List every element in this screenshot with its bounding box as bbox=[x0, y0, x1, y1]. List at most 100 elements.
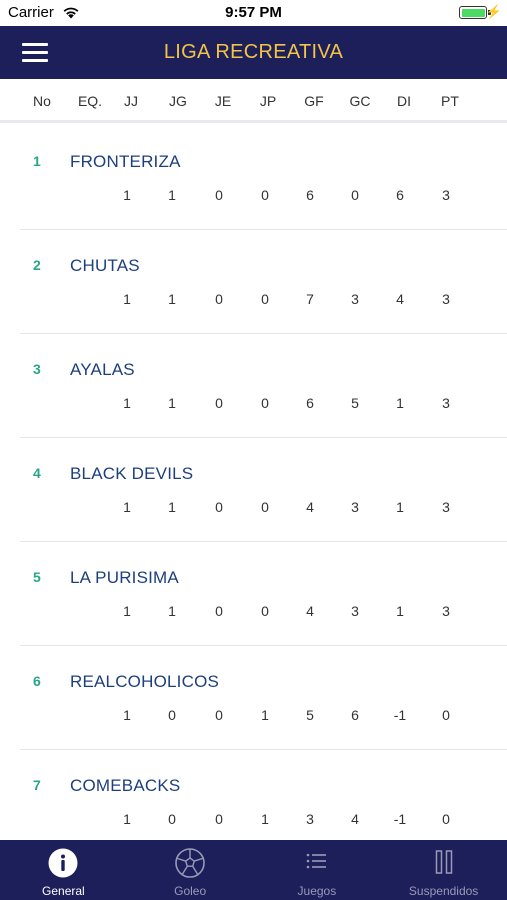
team-name: REALCOHOLICOS bbox=[70, 672, 220, 691]
stat-di: -1 bbox=[393, 811, 407, 827]
stat-jj: 1 bbox=[123, 707, 131, 723]
stat-gf: 7 bbox=[306, 291, 314, 307]
tab-juegos[interactable]: Juegos bbox=[254, 840, 381, 900]
tab-general[interactable]: General bbox=[0, 840, 127, 900]
stat-jj: 1 bbox=[123, 499, 131, 515]
header-pt: PT bbox=[441, 93, 459, 109]
stat-pt: 3 bbox=[442, 291, 450, 307]
team-rank: 5 bbox=[33, 569, 41, 585]
stat-je: 0 bbox=[215, 395, 223, 411]
stat-jp: 0 bbox=[261, 603, 269, 619]
stat-jj: 1 bbox=[123, 291, 131, 307]
tab-goleo[interactable]: Goleo bbox=[127, 840, 254, 900]
tab-label: Juegos bbox=[297, 884, 337, 898]
stat-gf: 3 bbox=[306, 811, 314, 827]
tab-bar: General Goleo Juegos Suspendidos bbox=[0, 840, 507, 900]
team-row[interactable]: 5 LA PURISIMA 1 1 0 0 4 3 1 3 bbox=[20, 542, 507, 646]
team-name: COMEBACKS bbox=[70, 776, 181, 795]
stat-je: 0 bbox=[215, 499, 223, 515]
charging-bolt-icon: ⚡ bbox=[485, 4, 502, 19]
stat-jp: 1 bbox=[261, 811, 269, 827]
header-jp: JP bbox=[259, 93, 277, 109]
header-gc: GC bbox=[349, 93, 371, 109]
header-je: JE bbox=[214, 93, 232, 109]
stat-jp: 0 bbox=[261, 499, 269, 515]
stat-jp: 0 bbox=[261, 187, 269, 203]
team-row[interactable]: 3 AYALAS 1 1 0 0 6 5 1 3 bbox=[20, 334, 507, 438]
team-row[interactable]: 7 COMEBACKS 1 0 0 1 3 4 -1 0 bbox=[20, 750, 507, 840]
team-name: LA PURISIMA bbox=[70, 568, 179, 587]
team-rank: 7 bbox=[33, 777, 41, 793]
team-rank: 3 bbox=[33, 361, 41, 377]
stat-gc: 0 bbox=[351, 187, 359, 203]
stat-pt: 3 bbox=[442, 499, 450, 515]
status-time: 9:57 PM bbox=[225, 4, 282, 21]
stat-pt: 3 bbox=[442, 603, 450, 619]
battery-icon bbox=[459, 6, 487, 19]
stat-jp: 0 bbox=[261, 395, 269, 411]
stat-jg: 1 bbox=[168, 395, 176, 411]
team-name: CHUTAS bbox=[70, 256, 140, 275]
page-title: LIGA RECREATIVA bbox=[163, 41, 344, 63]
stat-di: 4 bbox=[396, 291, 404, 307]
team-rank: 1 bbox=[33, 153, 41, 169]
stat-gc: 3 bbox=[351, 291, 359, 307]
team-row[interactable]: 2 CHUTAS 1 1 0 0 7 3 4 3 bbox=[20, 230, 507, 334]
team-rank: 2 bbox=[33, 257, 41, 273]
stat-di: 1 bbox=[396, 395, 404, 411]
standings-header: No EQ. JJ JG JE JP GF GC DI PT bbox=[0, 79, 507, 123]
stat-pt: 3 bbox=[442, 187, 450, 203]
stat-jp: 0 bbox=[261, 291, 269, 307]
header-di: DI bbox=[397, 93, 411, 109]
stat-jj: 1 bbox=[123, 187, 131, 203]
stat-jg: 1 bbox=[168, 499, 176, 515]
tab-label: Suspendidos bbox=[408, 884, 479, 898]
list-icon bbox=[306, 853, 326, 869]
header-jj: JJ bbox=[124, 93, 138, 109]
stat-je: 0 bbox=[215, 707, 223, 723]
pause-icon bbox=[435, 850, 452, 874]
stat-gf: 6 bbox=[306, 395, 314, 411]
stat-jj: 1 bbox=[123, 603, 131, 619]
nav-bar: LIGA RECREATIVA bbox=[0, 26, 507, 79]
stat-di: 1 bbox=[396, 603, 404, 619]
stat-je: 0 bbox=[215, 187, 223, 203]
stat-gc: 4 bbox=[351, 811, 359, 827]
stat-jj: 1 bbox=[123, 395, 131, 411]
team-rank: 4 bbox=[33, 465, 41, 481]
header-gf: GF bbox=[304, 93, 324, 109]
stat-di: 1 bbox=[396, 499, 404, 515]
stat-jg: 1 bbox=[168, 603, 176, 619]
tab-label: General bbox=[42, 884, 85, 898]
stat-jg: 0 bbox=[168, 811, 176, 827]
stat-gf: 6 bbox=[306, 187, 314, 203]
stat-je: 0 bbox=[215, 811, 223, 827]
status-bar: Carrier 9:57 PM ⚡ bbox=[0, 0, 507, 26]
soccer-ball-icon bbox=[175, 848, 205, 878]
standings-list: 1 FRONTERIZA 1 1 0 0 6 0 6 3 2 CHUTAS 1 … bbox=[0, 126, 507, 840]
stat-pt: 3 bbox=[442, 395, 450, 411]
stat-gf: 4 bbox=[306, 499, 314, 515]
stat-gc: 3 bbox=[351, 499, 359, 515]
team-row[interactable]: 6 REALCOHOLICOS 1 0 0 1 5 6 -1 0 bbox=[20, 646, 507, 750]
stat-je: 0 bbox=[215, 603, 223, 619]
header-no: No bbox=[33, 93, 51, 109]
team-name: AYALAS bbox=[70, 360, 135, 379]
stat-jg: 1 bbox=[168, 187, 176, 203]
stat-gc: 6 bbox=[351, 707, 359, 723]
team-row[interactable]: 1 FRONTERIZA 1 1 0 0 6 0 6 3 bbox=[20, 126, 507, 230]
team-name: FRONTERIZA bbox=[70, 152, 181, 171]
stat-gf: 4 bbox=[306, 603, 314, 619]
team-row[interactable]: 4 BLACK DEVILS 1 1 0 0 4 3 1 3 bbox=[20, 438, 507, 542]
team-rank: 6 bbox=[33, 673, 41, 689]
stat-di: -1 bbox=[393, 707, 407, 723]
tab-suspendidos[interactable]: Suspendidos bbox=[380, 840, 507, 900]
header-jg: JG bbox=[169, 93, 187, 109]
stat-jg: 1 bbox=[168, 291, 176, 307]
stat-jg: 0 bbox=[168, 707, 176, 723]
team-name: BLACK DEVILS bbox=[70, 464, 194, 483]
info-icon bbox=[48, 848, 78, 878]
stat-gf: 5 bbox=[306, 707, 314, 723]
stat-jj: 1 bbox=[123, 811, 131, 827]
header-team: EQ. bbox=[77, 93, 103, 109]
